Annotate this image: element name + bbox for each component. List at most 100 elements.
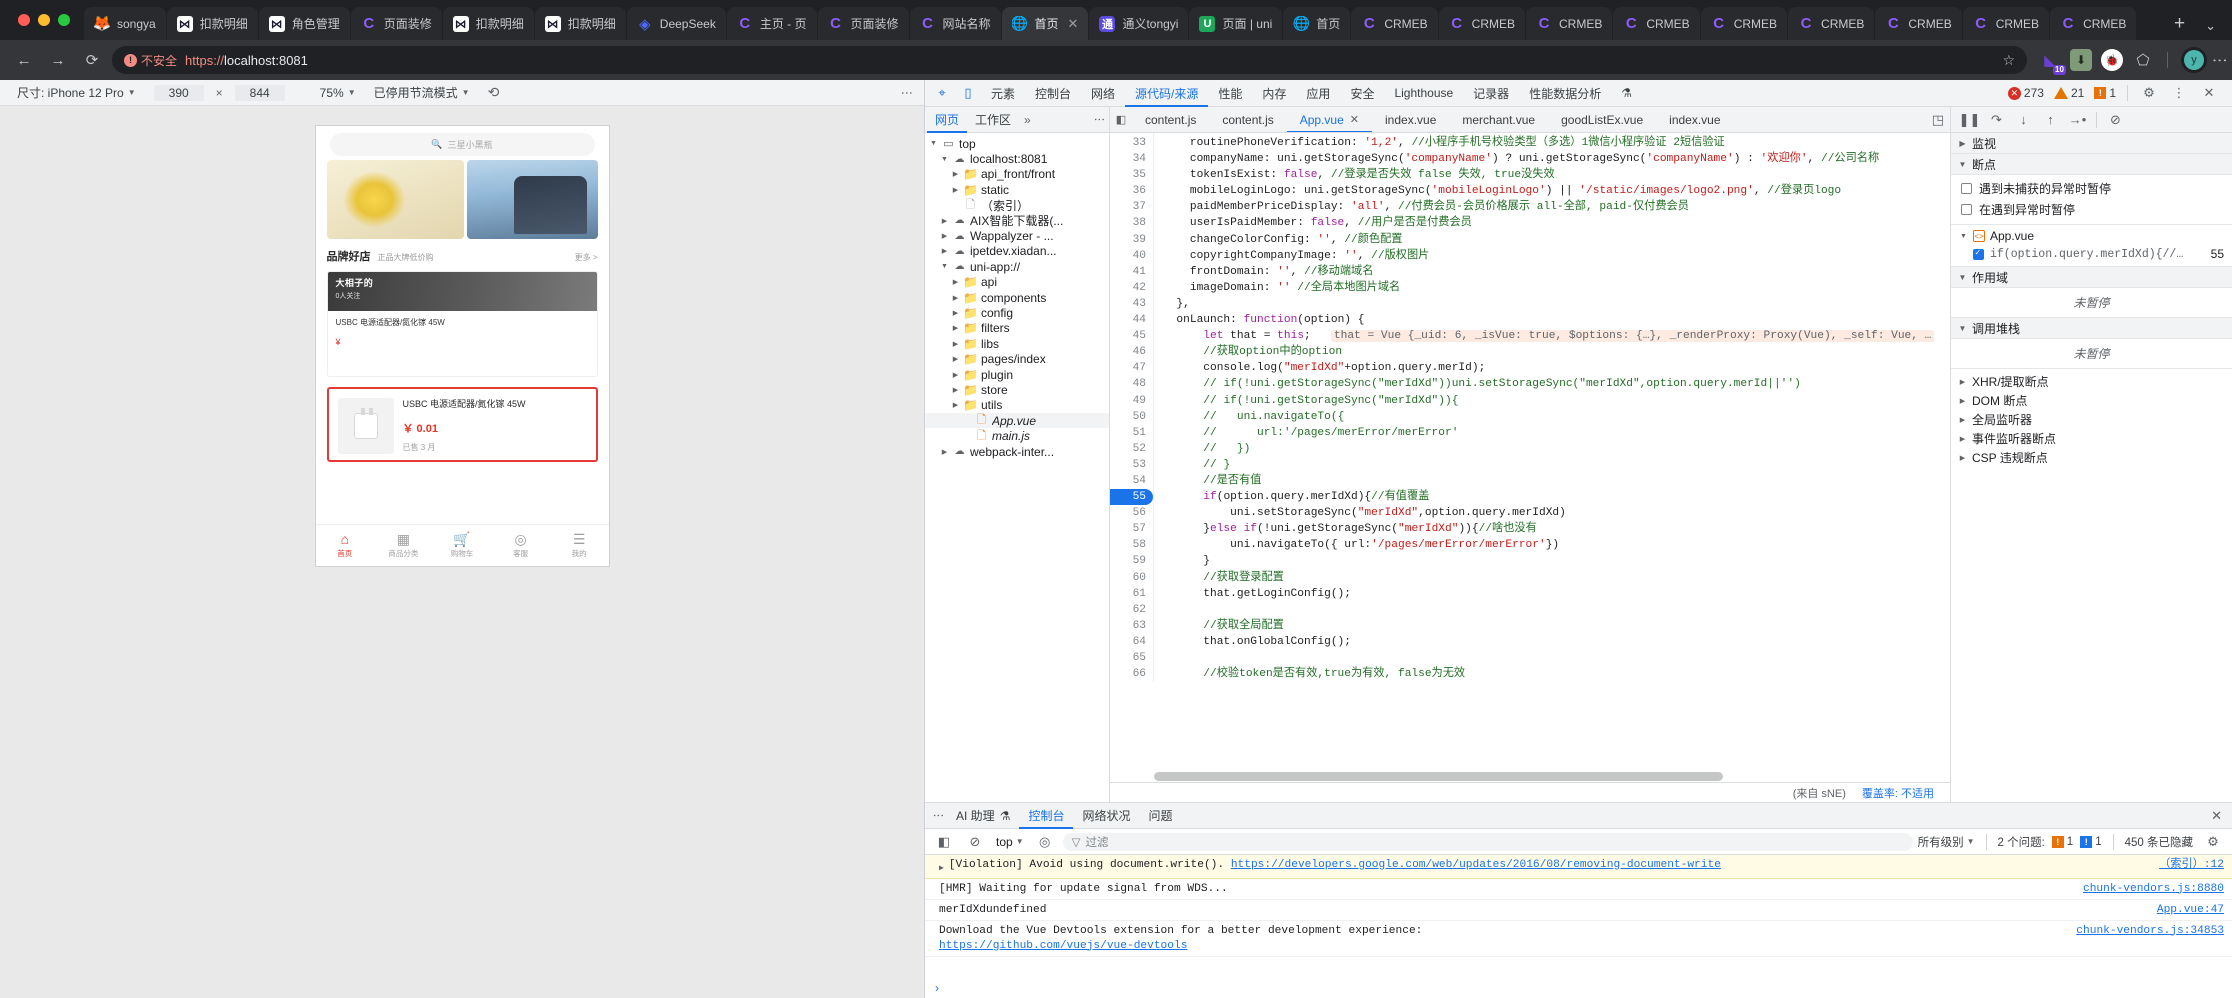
- line-number[interactable]: 49: [1110, 393, 1153, 409]
- file-tree-row[interactable]: ▶ ☁ ipetdev.xiadan...: [925, 244, 1109, 259]
- code-line[interactable]: frontDomain: '', //移动端域名: [1163, 264, 1950, 280]
- close-window-button[interactable]: [18, 14, 30, 26]
- navigator-tab-page[interactable]: 网页: [927, 107, 967, 133]
- browser-tab[interactable]: ◈ DeepSeek: [626, 7, 726, 40]
- close-icon[interactable]: ✕: [2196, 82, 2222, 105]
- crmeb-debug-icon[interactable]: 🐞: [2101, 49, 2123, 71]
- code-content[interactable]: routinePhoneVerification: '1,2', //小程序手机…: [1154, 133, 1950, 682]
- browser-tab[interactable]: C CRMEB: [1613, 7, 1700, 40]
- file-tree-row[interactable]: ▶ 📁 pages/index: [925, 351, 1109, 366]
- file-tree-row[interactable]: ▶ 📁 api_front/front: [925, 167, 1109, 182]
- device-toggle-icon[interactable]: ▯: [955, 82, 981, 105]
- chevron-right-icon[interactable]: ▶: [951, 401, 960, 409]
- chevron-right-icon[interactable]: ▶: [951, 386, 960, 394]
- step-icon[interactable]: →•: [2065, 109, 2090, 131]
- code-line[interactable]: console.log("merIdXd"+option.query.merId…: [1163, 360, 1950, 376]
- console-message-link[interactable]: https://github.com/vuejs/vue-devtools: [939, 940, 1187, 952]
- search-input[interactable]: 🔍 三星小黑瓶: [329, 132, 595, 156]
- coverage-label[interactable]: 覆盖率: 不适用: [1862, 785, 1934, 801]
- code-line[interactable]: // url:'/pages/merError/merError': [1163, 425, 1950, 441]
- zoom-selector[interactable]: 75% ▼: [294, 86, 365, 100]
- console-message[interactable]: ▶ [Violation] Avoid using document.write(…: [925, 855, 2232, 879]
- line-number-gutter[interactable]: 33 34 35 36 37 38 39 40 41 42 43 44 45 46 47 48 49 50 51 52…: [1110, 133, 1154, 683]
- line-number[interactable]: 48: [1110, 376, 1153, 392]
- console-message-source[interactable]: chunk-vendors.js:8880: [2083, 882, 2224, 897]
- file-tree-row[interactable]: ▶ ☁ AIX智能下载器(...: [925, 213, 1109, 228]
- line-number[interactable]: 39: [1110, 232, 1153, 248]
- product-card[interactable]: USBC 电源适配器/氮化镓 45W ￥ 0.01 已售 3 月: [326, 387, 598, 462]
- app-tabbar-item[interactable]: ◎ 客服: [491, 532, 550, 559]
- devtools-tab-3[interactable]: 源代码/来源: [1125, 80, 1208, 107]
- line-number[interactable]: 33: [1110, 135, 1153, 151]
- avatar[interactable]: y: [2181, 47, 2207, 73]
- line-number[interactable]: 63: [1110, 618, 1153, 634]
- app-tabbar-item[interactable]: ☰ 我的: [550, 532, 609, 559]
- code-line[interactable]: onLaunch: function(option) {: [1163, 312, 1950, 328]
- code-line[interactable]: // }: [1163, 457, 1950, 473]
- browser-tab[interactable]: ⋈ 角色管理: [258, 7, 350, 40]
- devtools-tab-4[interactable]: 性能: [1208, 80, 1252, 107]
- chevron-right-icon[interactable]: ▶: [951, 340, 960, 348]
- console-message[interactable]: [HMR] Waiting for update signal from WDS…: [925, 879, 2232, 900]
- pause-uncaught-row[interactable]: 遇到未捕获的异常时暂停: [1951, 178, 2232, 199]
- devtools-tab-7[interactable]: 安全: [1340, 80, 1384, 107]
- browser-tab[interactable]: C 页面装修: [350, 7, 442, 40]
- pause-caught-row[interactable]: 在遇到异常时暂停: [1951, 199, 2232, 220]
- error-count[interactable]: ✕ 273: [2005, 86, 2047, 100]
- file-tree-row[interactable]: ▶ 📁 utils: [925, 398, 1109, 413]
- file-tree-row[interactable]: ▶ 📁 config: [925, 305, 1109, 320]
- resume-icon[interactable]: ❚❚: [1957, 109, 1982, 131]
- code-line[interactable]: mobileLoginLogo: uni.getStorageSync('mob…: [1163, 183, 1950, 199]
- line-number[interactable]: 62: [1110, 602, 1153, 618]
- line-number[interactable]: 59: [1110, 553, 1153, 569]
- line-number[interactable]: 41: [1110, 264, 1153, 280]
- line-number[interactable]: 56: [1110, 505, 1153, 521]
- issue-error-count[interactable]: ! 1: [2051, 835, 2073, 848]
- line-number[interactable]: 40: [1110, 248, 1153, 264]
- line-number[interactable]: 55: [1110, 489, 1153, 506]
- devtools-tab-2[interactable]: 网络: [1081, 80, 1125, 107]
- device-width-input[interactable]: 390: [153, 84, 204, 101]
- browser-tab[interactable]: C 主页 - 页: [726, 7, 817, 40]
- line-number[interactable]: 65: [1110, 650, 1153, 666]
- pause-caught-checkbox[interactable]: [1961, 204, 1972, 215]
- debugger-subsection[interactable]: ▶ DOM 断点: [1951, 391, 2232, 410]
- hidden-messages-label[interactable]: 450 条已隐藏: [2125, 834, 2193, 850]
- editor-tab[interactable]: goodListEx.vue: [1548, 107, 1656, 132]
- console-prompt[interactable]: ›: [925, 978, 2232, 998]
- forward-button[interactable]: →: [44, 46, 72, 74]
- minimize-window-button[interactable]: [38, 14, 50, 26]
- code-line[interactable]: [1163, 602, 1950, 618]
- file-tree-row[interactable]: ▶ 📁 libs: [925, 336, 1109, 351]
- code-line[interactable]: companyName: uni.getStorageSync('company…: [1163, 151, 1950, 167]
- editor-tab[interactable]: content.js: [1209, 107, 1286, 132]
- console-sidebar-icon[interactable]: ◧: [931, 830, 957, 853]
- device-menu-button[interactable]: ⋮: [900, 87, 914, 99]
- chevron-right-icon[interactable]: ▶: [951, 324, 960, 332]
- devtools-tab-5[interactable]: 内存: [1252, 80, 1296, 107]
- line-number[interactable]: 46: [1110, 344, 1153, 360]
- puzzle-icon[interactable]: ⬠: [2132, 49, 2154, 71]
- code-line[interactable]: if(option.query.merIdXd){//有值覆盖: [1163, 489, 1950, 505]
- browser-tab[interactable]: C CRMEB: [1526, 7, 1613, 40]
- rotate-button[interactable]: ⟲: [479, 84, 509, 101]
- breakpoint-file-row[interactable]: ▼ <> App.vue: [1951, 227, 2232, 245]
- app-tabbar-item[interactable]: ▦ 商品分类: [374, 532, 433, 559]
- editor-tab[interactable]: index.vue: [1372, 107, 1449, 132]
- app-tabbar-item[interactable]: 🛒 购物车: [433, 532, 492, 559]
- chevron-right-icon[interactable]: ▶: [951, 278, 960, 286]
- code-line[interactable]: //获取option中的option: [1163, 344, 1950, 360]
- line-number[interactable]: 58: [1110, 537, 1153, 553]
- browser-tab[interactable]: C CRMEB: [1438, 7, 1525, 40]
- device-viewport[interactable]: 🔍 三星小黑瓶 品牌好店 正品大牌低价购 更多 > 大相子的 0人关注 USBC…: [315, 126, 609, 566]
- chevron-right-icon[interactable]: ▶: [951, 371, 960, 379]
- browser-tab[interactable]: ⋈ 扣款明细: [534, 7, 626, 40]
- collapse-navigator-icon[interactable]: ◧: [1110, 113, 1132, 126]
- close-tab-icon[interactable]: ✕: [1068, 16, 1079, 32]
- expand-icon[interactable]: ▶: [939, 858, 944, 876]
- drawer-tab[interactable]: 网络状况: [1073, 803, 1139, 829]
- inspect-element-icon[interactable]: ⌖: [929, 82, 955, 105]
- navigator-menu-button[interactable]: ⋮: [1091, 114, 1107, 125]
- chevron-right-icon[interactable]: ▶: [940, 448, 949, 456]
- debugger-subsection[interactable]: ▶ 事件监听器断点: [1951, 429, 2232, 448]
